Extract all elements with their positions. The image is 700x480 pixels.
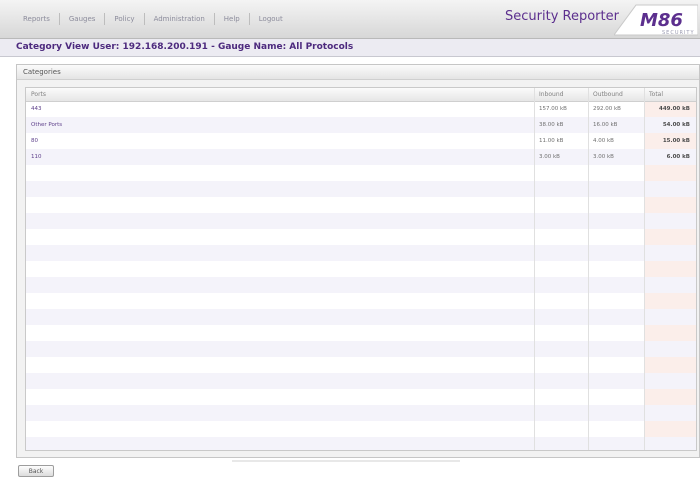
column-header-total[interactable]: Total	[649, 91, 663, 98]
column-header-outbound[interactable]: Outbound	[593, 91, 623, 98]
total-cell: 449.00 kB	[659, 106, 690, 112]
categories-panel: Categories Ports Inbound Outbound Total …	[16, 64, 700, 458]
empty-row	[26, 325, 696, 341]
nav-policy[interactable]: Policy	[105, 15, 143, 23]
port-cell: 80	[31, 138, 38, 144]
table-row[interactable]: 80 11.00 kB 4.00 kB 15.00 kB	[26, 133, 696, 149]
page-title: Category View User: 192.168.200.191 - Ga…	[16, 42, 354, 52]
empty-row	[26, 421, 696, 437]
total-cell: 6.00 kB	[666, 154, 690, 160]
m86-security-logo: M86 SECURITY	[614, 4, 698, 36]
table-row[interactable]: 110 3.00 kB 3.00 kB 6.00 kB	[26, 149, 696, 165]
ports-table: Ports Inbound Outbound Total 443 157.00 …	[25, 87, 697, 451]
security-reporter-page: Reports Gauges Policy Administration Hel…	[0, 0, 700, 480]
outbound-cell: 292.00 kB	[593, 106, 621, 112]
empty-row	[26, 277, 696, 293]
panel-header: Categories	[17, 65, 699, 80]
empty-row	[26, 229, 696, 245]
total-cell: 15.00 kB	[662, 138, 690, 144]
empty-row	[26, 341, 696, 357]
column-divider	[644, 88, 645, 450]
table-row[interactable]: 443 157.00 kB 292.00 kB 449.00 kB	[26, 101, 696, 117]
empty-row	[26, 261, 696, 277]
column-divider	[534, 88, 535, 450]
table-row[interactable]: Other Ports 38.00 kB 16.00 kB 54.00 kB	[26, 117, 696, 133]
inbound-cell: 157.00 kB	[539, 106, 567, 112]
inbound-cell: 11.00 kB	[539, 138, 564, 144]
empty-row	[26, 293, 696, 309]
nav-administration[interactable]: Administration	[145, 15, 214, 23]
outbound-cell: 3.00 kB	[593, 154, 614, 160]
nav-gauges[interactable]: Gauges	[60, 15, 105, 23]
logo-subtitle: SECURITY	[662, 30, 695, 36]
empty-row	[26, 181, 696, 197]
inbound-cell: 38.00 kB	[539, 122, 564, 128]
outbound-cell: 16.00 kB	[593, 122, 618, 128]
empty-row	[26, 373, 696, 389]
table-header: Ports Inbound Outbound Total	[26, 88, 696, 102]
inbound-cell: 3.00 kB	[539, 154, 560, 160]
empty-row	[26, 165, 696, 181]
empty-row	[26, 213, 696, 229]
nav-help[interactable]: Help	[215, 15, 249, 23]
empty-row	[26, 357, 696, 373]
empty-row	[26, 437, 696, 450]
nav-logout[interactable]: Logout	[250, 15, 292, 23]
horizontal-scroll-track[interactable]	[232, 460, 460, 462]
empty-row	[26, 405, 696, 421]
empty-row	[26, 197, 696, 213]
outbound-cell: 4.00 kB	[593, 138, 614, 144]
nav-reports[interactable]: Reports	[14, 15, 59, 23]
back-button[interactable]: Back	[18, 465, 54, 477]
column-divider	[588, 88, 589, 450]
panel-title: Categories	[23, 68, 61, 76]
column-header-inbound[interactable]: Inbound	[539, 91, 563, 98]
title-bar: Category View User: 192.168.200.191 - Ga…	[0, 39, 700, 57]
port-cell: 443	[31, 106, 42, 112]
empty-row	[26, 389, 696, 405]
logo-mark: M86	[640, 10, 683, 31]
empty-row	[26, 245, 696, 261]
product-name: Security Reporter	[505, 9, 619, 24]
port-cell: 110	[31, 154, 42, 160]
total-cell: 54.00 kB	[662, 122, 690, 128]
top-navigation-bar: Reports Gauges Policy Administration Hel…	[0, 0, 700, 39]
main-menu: Reports Gauges Policy Administration Hel…	[14, 13, 292, 25]
port-cell: Other Ports	[31, 122, 63, 128]
empty-row	[26, 309, 696, 325]
column-header-ports[interactable]: Ports	[31, 91, 46, 98]
